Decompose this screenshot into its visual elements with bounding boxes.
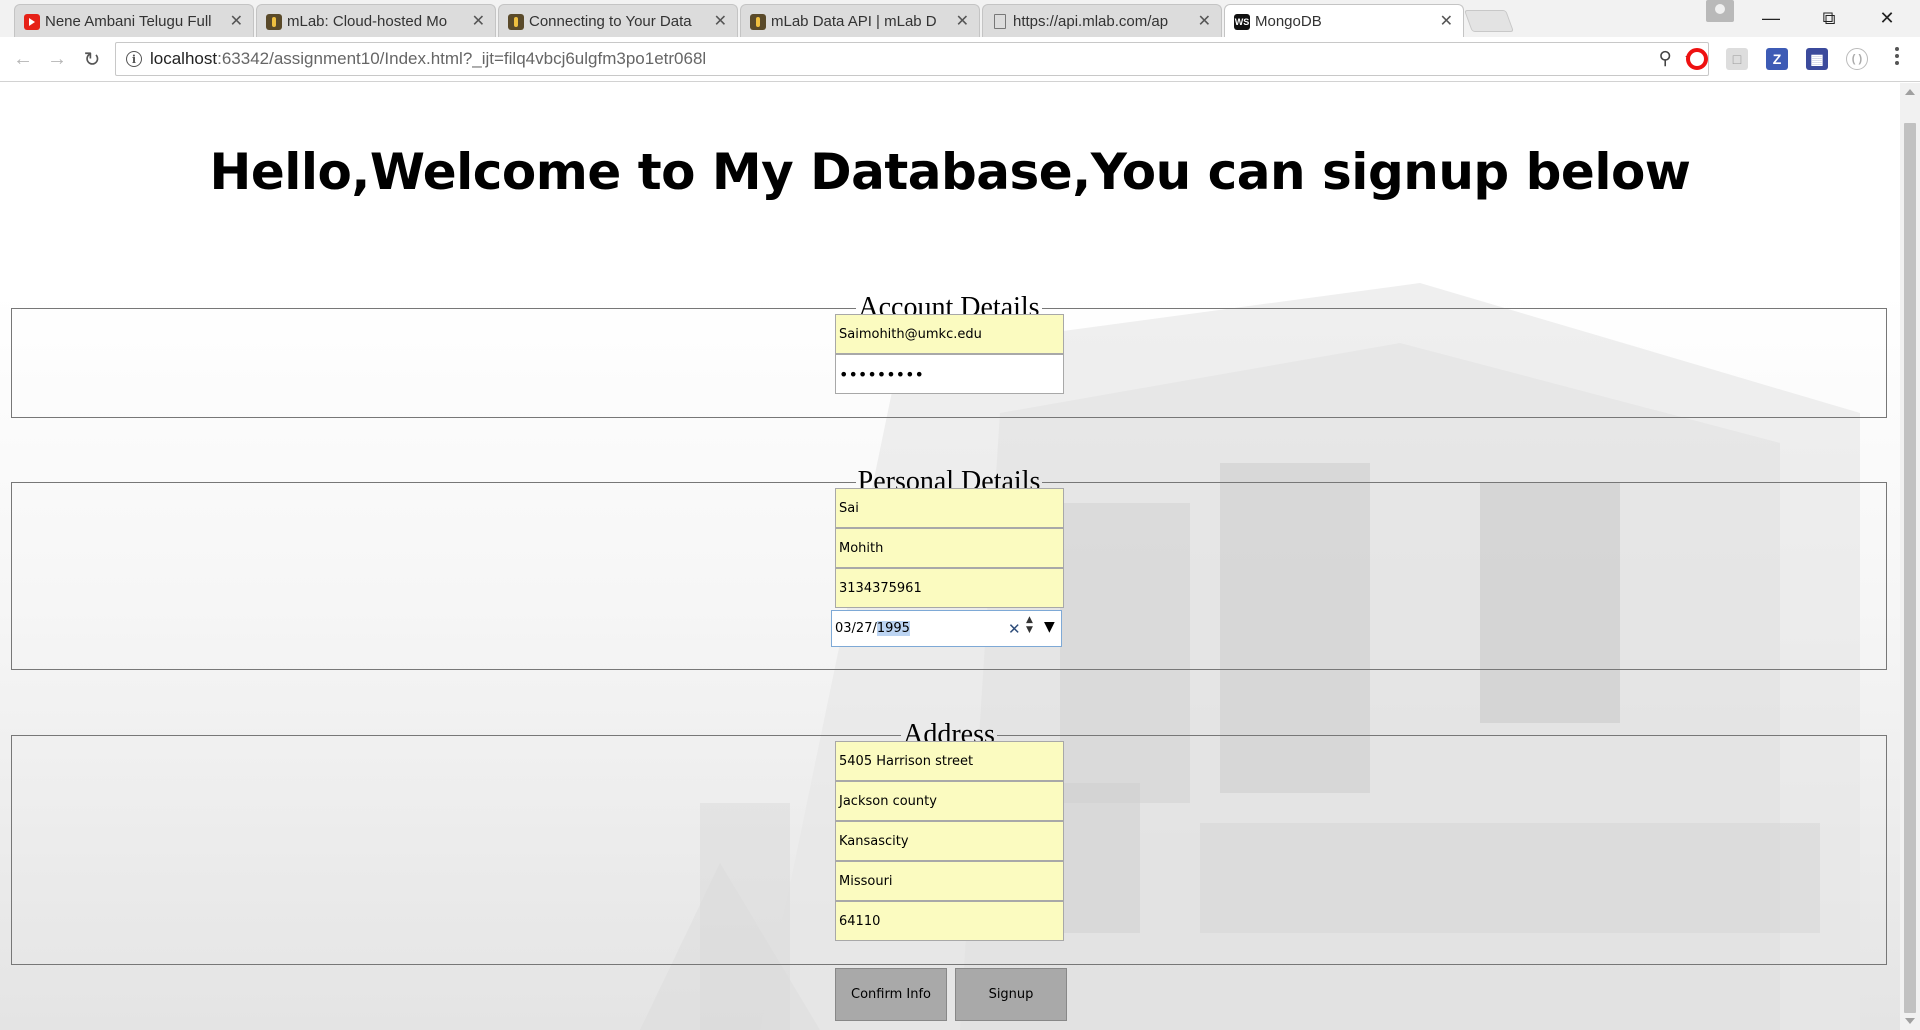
scroll-up-icon[interactable] (1905, 89, 1915, 95)
url-host: localhost (150, 49, 218, 68)
date-spinner-icon[interactable]: ▲ ▼ (1026, 615, 1033, 635)
close-window-icon[interactable]: ✕ (1858, 0, 1916, 36)
restore-icon[interactable]: ⧉ (1800, 0, 1858, 36)
document-icon (994, 14, 1006, 29)
scrollbar-thumb[interactable] (1904, 123, 1916, 1013)
zip-field[interactable]: 64110 (835, 901, 1064, 941)
close-icon[interactable]: ✕ (714, 11, 727, 31)
browser-tab-3[interactable]: Connecting to Your Data ✕ (498, 4, 738, 37)
acrobat-extension-icon[interactable]: □ (1726, 48, 1748, 70)
z-extension-icon[interactable]: Z (1766, 48, 1788, 70)
back-icon[interactable]: ← (9, 45, 37, 73)
close-icon[interactable]: ✕ (472, 11, 485, 31)
youtube-icon (24, 14, 40, 30)
first-name-field[interactable]: Sai (835, 488, 1064, 528)
browser-tab-1[interactable]: Nene Ambani Telugu Full ✕ (14, 4, 254, 37)
tab-title: https://api.mlab.com/ap (1013, 12, 1169, 30)
browser-tab-5[interactable]: https://api.mlab.com/ap ✕ (982, 4, 1222, 37)
browser-tab-4[interactable]: mLab Data API | mLab D ✕ (740, 4, 980, 37)
scroll-down-icon[interactable] (1905, 1018, 1915, 1024)
page-scrollbar[interactable] (1900, 83, 1920, 1030)
page-viewport: Hello,Welcome to My Database,You can sig… (0, 83, 1900, 1030)
info-icon[interactable]: i (126, 51, 142, 67)
date-year-selected: 1995 (876, 621, 910, 636)
mlab-icon (508, 14, 524, 30)
street-field[interactable]: 5405 Harrison street (835, 741, 1064, 781)
folder-extension-icon[interactable]: ▦ (1806, 48, 1828, 70)
password-mask: ••••••••• (839, 364, 924, 384)
tab-strip: Nene Ambani Telugu Full ✕ mLab: Cloud-ho… (0, 0, 1920, 37)
tab-title: Nene Ambani Telugu Full (45, 12, 212, 30)
page-title: Hello,Welcome to My Database,You can sig… (209, 143, 1691, 201)
browser-tab-2[interactable]: mLab: Cloud-hosted Mo ✕ (256, 4, 496, 37)
browser-tab-6[interactable]: WS MongoDB ✕ (1224, 4, 1464, 37)
clear-date-icon[interactable]: ✕ (1008, 620, 1021, 638)
browser-toolbar: ← → ↻ i localhost:63342/assignment10/Ind… (0, 37, 1920, 82)
zoom-icon[interactable]: ⚲ (1659, 48, 1672, 69)
password-field[interactable]: ••••••••• (835, 354, 1064, 394)
circle-extension-icon[interactable]: ( ) (1846, 48, 1868, 70)
phone-field[interactable]: 3134375961 (835, 568, 1064, 608)
close-icon[interactable]: ✕ (956, 11, 969, 31)
minimize-icon[interactable]: — (1742, 0, 1800, 36)
browser-menu-icon[interactable] (1895, 47, 1901, 65)
mlab-icon (750, 14, 766, 30)
mlab-icon (266, 14, 282, 30)
profile-icon[interactable] (1706, 0, 1734, 22)
date-dropdown-icon[interactable]: ▼ (1044, 619, 1055, 635)
email-field[interactable]: Saimohith@umkc.edu (835, 314, 1064, 354)
confirm-info-button[interactable]: Confirm Info (835, 968, 947, 1021)
close-icon[interactable]: ✕ (230, 11, 243, 31)
forward-icon[interactable]: → (43, 45, 71, 73)
tab-title: MongoDB (1255, 12, 1322, 30)
date-month-day: 03/27/ (835, 621, 877, 636)
last-name-field[interactable]: Mohith (835, 528, 1064, 568)
signup-button[interactable]: Signup (955, 968, 1067, 1021)
date-of-birth-field[interactable]: 03/27/1995 ✕ ▲ ▼ ▼ (831, 610, 1062, 647)
webstorm-icon: WS (1234, 14, 1250, 30)
address-bar[interactable]: i localhost:63342/assignment10/Index.htm… (115, 42, 1709, 76)
new-tab-button[interactable] (1463, 10, 1515, 32)
tab-title: mLab: Cloud-hosted Mo (287, 12, 448, 30)
opera-extension-icon[interactable] (1686, 48, 1708, 70)
close-icon[interactable]: ✕ (1198, 11, 1211, 31)
county-field[interactable]: Jackson county (835, 781, 1064, 821)
url-path: :63342/assignment10/Index.html?_ijt=filq… (217, 49, 707, 68)
state-field[interactable]: Missouri (835, 861, 1064, 901)
tab-title: Connecting to Your Data (529, 12, 692, 30)
tab-title: mLab Data API | mLab D (771, 12, 937, 30)
reload-icon[interactable]: ↻ (78, 45, 106, 73)
city-field[interactable]: Kansascity (835, 821, 1064, 861)
close-icon[interactable]: ✕ (1440, 11, 1453, 31)
